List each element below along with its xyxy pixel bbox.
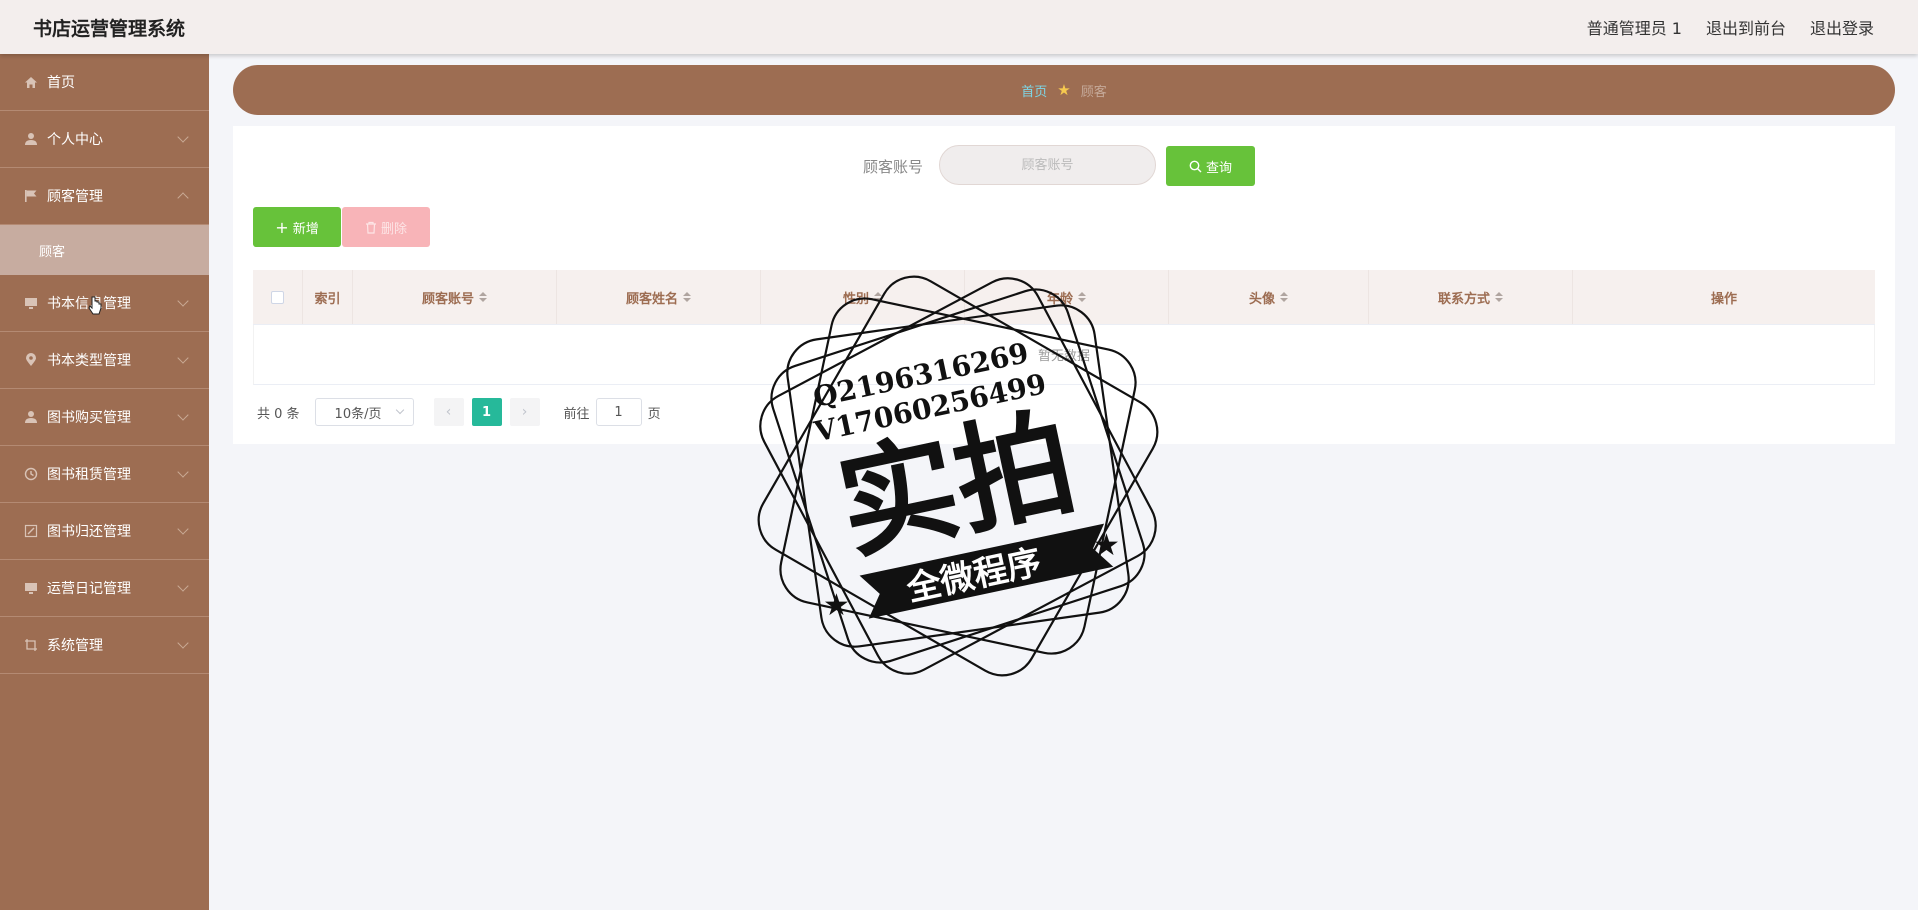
home-icon xyxy=(23,75,39,89)
chevron-down-icon xyxy=(177,580,189,592)
breadcrumb-home-link[interactable]: 首页 xyxy=(1021,81,1047,100)
mouse-cursor-icon xyxy=(88,296,102,315)
sidebar-item-ops-diary[interactable]: 运营日记管理 xyxy=(0,560,209,617)
query-button-label: 查询 xyxy=(1205,160,1232,176)
pagination: 共 0 条 10条/页 ‹ 1 › 前往 1 页 xyxy=(257,398,661,426)
flag-icon xyxy=(23,189,39,203)
column-header[interactable]: 顾客账号 xyxy=(353,270,557,324)
sidebar-item-label: 图书购买管理 xyxy=(47,410,131,426)
delete-button[interactable]: 删除 xyxy=(342,207,430,247)
chevron-down-icon xyxy=(177,637,189,649)
page-unit-label: 页 xyxy=(647,406,661,422)
sort-icon xyxy=(1280,292,1288,302)
sidebar-item-label: 图书租赁管理 xyxy=(47,467,131,483)
add-button-label: 新增 xyxy=(292,221,319,237)
monitor-icon xyxy=(23,296,39,310)
user-icon xyxy=(23,410,39,424)
chevron-up-icon xyxy=(177,192,189,204)
customer-account-search-input[interactable] xyxy=(939,145,1156,185)
star-icon: ★ xyxy=(1057,81,1071,99)
sort-icon xyxy=(874,292,882,302)
edit-icon xyxy=(23,524,39,538)
chevron-down-icon xyxy=(177,466,189,478)
content-panel: 顾客账号 查询 + 新增 删除 索引 顾客账号 顾客姓名 xyxy=(233,126,1895,444)
sort-icon xyxy=(683,292,691,302)
sidebar-item-book-rental[interactable]: 图书租赁管理 xyxy=(0,446,209,503)
search-icon xyxy=(1189,160,1202,172)
sidebar-item-label: 首页 xyxy=(47,75,75,91)
user-icon xyxy=(23,132,39,146)
sidebar-item-home[interactable]: 首页 xyxy=(0,54,209,111)
sidebar-item-label: 顾客管理 xyxy=(47,189,103,205)
trash-icon xyxy=(365,221,376,234)
column-header[interactable]: 联系方式 xyxy=(1369,270,1573,324)
breadcrumb: 首页 ★ 顾客 xyxy=(233,65,1895,115)
star-icon: ★ xyxy=(823,588,850,623)
crop-icon xyxy=(23,638,39,652)
sidebar-item-label: 个人中心 xyxy=(47,132,103,148)
query-button[interactable]: 查询 xyxy=(1166,146,1255,186)
sidebar-item-system[interactable]: 系统管理 xyxy=(0,617,209,674)
delete-button-label: 删除 xyxy=(380,221,407,237)
goto-page-input[interactable]: 1 xyxy=(595,398,642,426)
sort-icon xyxy=(1078,292,1086,302)
chevron-down-icon xyxy=(177,352,189,364)
column-header: 操作 xyxy=(1710,291,1737,307)
go-frontend-link[interactable]: 退出到前台 xyxy=(1706,15,1786,39)
column-header[interactable]: 年龄 xyxy=(965,270,1169,324)
page-number-active[interactable]: 1 xyxy=(471,398,502,426)
sidebar-item-label: 运营日记管理 xyxy=(47,581,131,597)
search-label: 顾客账号 xyxy=(863,158,924,176)
plus-icon: + xyxy=(275,217,289,237)
watermark-banner-text: 全微程序 xyxy=(902,542,1044,610)
sort-icon xyxy=(1495,292,1503,302)
sidebar-item-label: 书本类型管理 xyxy=(47,353,131,369)
star-icon: ★ xyxy=(1093,528,1120,563)
column-header[interactable]: 顾客姓名 xyxy=(557,270,761,324)
chevron-down-icon xyxy=(177,523,189,535)
app-title: 书店运营管理系统 xyxy=(33,18,186,40)
current-user-label[interactable]: 普通管理员 1 xyxy=(1587,15,1682,39)
sidebar: 首页 个人中心 顾客管理 顾客 书本信息管理 书本类型管理 图书购买管理 图书租… xyxy=(0,54,209,910)
empty-text: 暂无数据 xyxy=(1037,349,1090,364)
select-all-cell xyxy=(253,270,303,324)
top-header: 书店运营管理系统 普通管理员 1 退出到前台 退出登录 xyxy=(0,0,1918,54)
add-button[interactable]: + 新增 xyxy=(253,207,341,247)
clock-icon xyxy=(23,467,39,481)
column-header[interactable]: 性别 xyxy=(761,270,965,324)
customer-table: 索引 顾客账号 顾客姓名 性别 年龄 头像 联系方式 操作 暂无数据 xyxy=(253,270,1875,385)
page-size-select[interactable]: 10条/页 xyxy=(314,398,414,426)
location-icon xyxy=(23,353,39,367)
sidebar-item-book-purchase[interactable]: 图书购买管理 xyxy=(0,389,209,446)
sidebar-item-label: 系统管理 xyxy=(47,638,103,654)
logout-link[interactable]: 退出登录 xyxy=(1810,15,1874,39)
total-count: 共 0 条 xyxy=(257,406,300,422)
sidebar-subitem-customer[interactable]: 顾客 xyxy=(0,225,209,275)
sidebar-item-label: 图书归还管理 xyxy=(47,524,131,540)
table-header: 索引 顾客账号 顾客姓名 性别 年龄 头像 联系方式 操作 xyxy=(253,270,1875,325)
sidebar-item-book-info[interactable]: 书本信息管理 xyxy=(0,275,209,332)
sort-icon xyxy=(479,292,487,302)
sidebar-item-book-return[interactable]: 图书归还管理 xyxy=(0,503,209,560)
column-header[interactable]: 头像 xyxy=(1169,270,1369,324)
monitor-icon xyxy=(23,581,39,595)
next-page-button[interactable]: › xyxy=(509,398,540,426)
sidebar-item-customer-mgmt[interactable]: 顾客管理 xyxy=(0,168,209,225)
chevron-down-icon xyxy=(395,405,404,415)
prev-page-button[interactable]: ‹ xyxy=(433,398,464,426)
breadcrumb-current: 顾客 xyxy=(1080,84,1107,100)
chevron-down-icon xyxy=(177,295,189,307)
chevron-down-icon xyxy=(177,131,189,143)
select-all-checkbox[interactable] xyxy=(271,290,284,304)
chevron-down-icon xyxy=(177,409,189,421)
sidebar-item-profile[interactable]: 个人中心 xyxy=(0,111,209,168)
sidebar-item-book-type[interactable]: 书本类型管理 xyxy=(0,332,209,389)
column-header: 索引 xyxy=(303,270,353,324)
header-links: 普通管理员 1 退出到前台 退出登录 xyxy=(1587,15,1874,39)
goto-label: 前往 xyxy=(563,406,590,422)
table-empty-row: 暂无数据 xyxy=(253,325,1875,385)
